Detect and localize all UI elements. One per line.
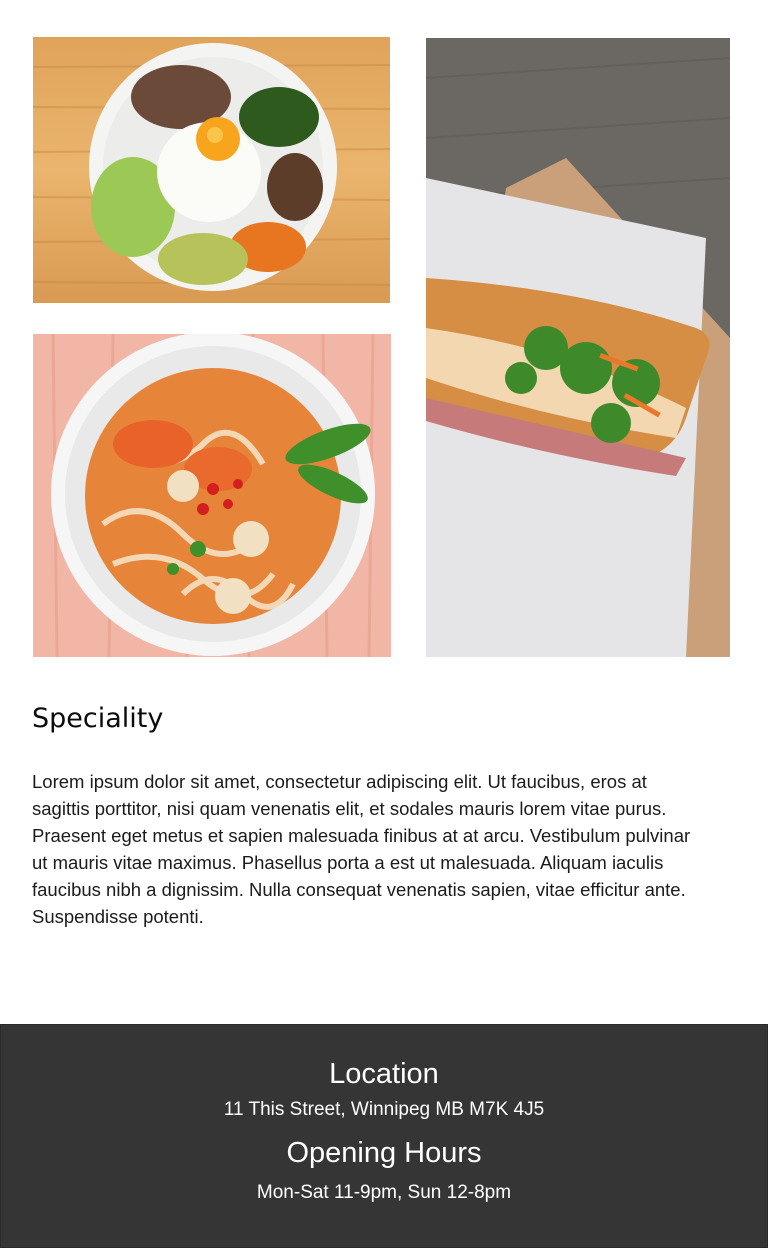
opening-hours-detail: Mon-Sat 11-9pm, Sun 12-8pm [256,1182,512,1203]
footer: Location 11 This Street, Winnipeg MB M7K… [0,1024,768,1248]
location-heading: Location [329,1058,439,1090]
opening-hours-heading: Opening Hours [286,1137,482,1169]
banh-mi-photo [426,38,730,657]
section-title: Speciality [32,703,164,734]
location-address: 11 This Street, Winnipeg MB M7K 4J5 [223,1099,545,1120]
noodle-soup-photo [33,334,391,657]
section-body: Lorem ipsum dolor sit amet, consectetur … [32,771,691,927]
bibimbap-photo [33,37,390,303]
